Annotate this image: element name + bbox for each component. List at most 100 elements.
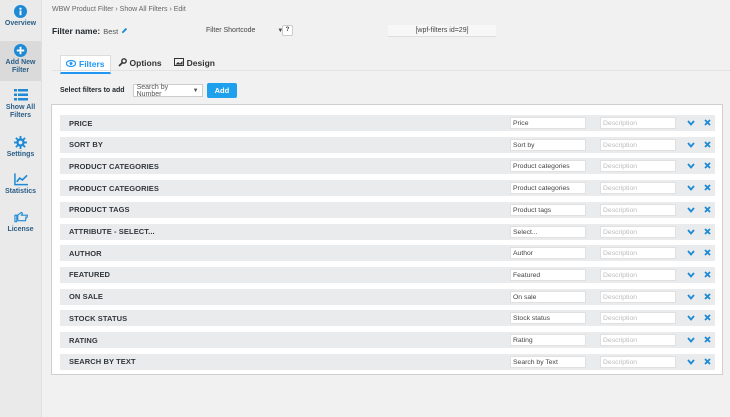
filter-title-input[interactable]: Featured bbox=[510, 268, 586, 281]
chevron-down-icon[interactable] bbox=[687, 293, 695, 301]
filter-description-input[interactable]: Description bbox=[600, 355, 676, 368]
filter-title-input[interactable]: Product categories bbox=[510, 182, 586, 195]
close-icon[interactable] bbox=[704, 358, 712, 366]
sidebar-item-license[interactable]: License bbox=[0, 210, 41, 240]
filter-description-input[interactable]: Description bbox=[600, 160, 676, 173]
main-content: WBW Product Filter › Show All Filters › … bbox=[42, 0, 730, 417]
sidebar-item-overview[interactable]: Overview bbox=[0, 4, 41, 34]
filter-row-name: SORT BY bbox=[69, 140, 104, 150]
sidebar-item-label: Settings bbox=[6, 151, 35, 158]
shortcode-select-value: Filter Shortcode bbox=[206, 27, 256, 34]
add-filter-row: Select filters to add Search by Number ▼… bbox=[60, 83, 238, 98]
filter-description-input[interactable]: Description bbox=[600, 312, 676, 325]
shortcode-select[interactable]: Filter Shortcode ▼ bbox=[206, 27, 283, 34]
shortcode-field[interactable]: [wpf-filters id=29] bbox=[388, 25, 496, 37]
filter-description-input[interactable]: Description bbox=[600, 138, 676, 151]
filter-row-name: AUTHOR bbox=[69, 248, 102, 258]
filter-description-input[interactable]: Description bbox=[600, 182, 676, 195]
filter-description-input[interactable]: Description bbox=[600, 225, 676, 238]
help-button[interactable]: ? bbox=[282, 25, 293, 36]
chart-line-icon bbox=[13, 172, 28, 186]
filter-title-input[interactable]: Stock status bbox=[510, 312, 586, 325]
filter-row[interactable]: STOCK STATUS Stock status Description bbox=[60, 310, 715, 327]
close-icon[interactable] bbox=[704, 206, 712, 214]
filter-row[interactable]: PRODUCT CATEGORIES Product categories Desc… bbox=[60, 180, 715, 197]
filter-name-value[interactable]: Best bbox=[103, 27, 118, 36]
filter-row-name: PRODUCT CATEGORIES bbox=[69, 183, 159, 193]
sidebar-item-settings[interactable]: Settings bbox=[0, 135, 41, 165]
sidebar-item-label: License bbox=[7, 226, 34, 233]
close-icon[interactable] bbox=[704, 184, 712, 192]
filter-row-name: ON SALE bbox=[69, 292, 104, 302]
pencil-icon[interactable] bbox=[121, 26, 128, 36]
filter-row[interactable]: SORT BY Sort by Description bbox=[60, 136, 715, 153]
filter-row[interactable]: PRODUCT CATEGORIES Product categories Desc… bbox=[60, 158, 715, 175]
filter-row-name: PRODUCT TAGS bbox=[69, 205, 130, 215]
filter-row-name: ATTRIBUTE - SELECT... bbox=[69, 227, 155, 236]
close-icon[interactable] bbox=[704, 314, 712, 322]
filter-name-row: Filter name: Best bbox=[52, 26, 128, 36]
filter-description-input[interactable]: Description bbox=[600, 117, 676, 129]
tab-filters[interactable]: Filters bbox=[60, 55, 111, 74]
chevron-down-icon[interactable] bbox=[687, 206, 695, 214]
close-icon[interactable] bbox=[704, 227, 712, 236]
chevron-down-icon[interactable] bbox=[687, 141, 695, 149]
sidebar-item-add-new-filter[interactable]: Add New Filter bbox=[0, 41, 41, 81]
filter-title-input[interactable]: Sort by bbox=[510, 138, 586, 151]
filter-title-input[interactable]: On sale bbox=[510, 290, 586, 303]
filter-title-input[interactable]: Price bbox=[510, 117, 586, 129]
filter-type-select[interactable]: Search by Number ▼ bbox=[132, 84, 203, 98]
close-icon[interactable] bbox=[704, 141, 712, 149]
filter-row[interactable]: PRICE Price Description bbox=[60, 115, 715, 131]
sidebar-item-statistics[interactable]: Statistics bbox=[0, 172, 41, 202]
tab-design[interactable]: Design bbox=[169, 55, 220, 71]
filter-row[interactable]: AUTHOR Author Description bbox=[60, 245, 715, 262]
filter-description-input[interactable]: Description bbox=[600, 247, 676, 260]
filter-row[interactable]: RATING Rating Description bbox=[60, 332, 715, 348]
filter-row[interactable]: ON SALE On sale Description bbox=[60, 288, 715, 305]
close-icon[interactable] bbox=[704, 249, 712, 257]
filter-row[interactable]: ATTRIBUTE - SELECT... Select... Descriptio… bbox=[60, 223, 715, 240]
close-icon[interactable] bbox=[704, 162, 712, 170]
tab-label: Design bbox=[186, 58, 215, 68]
close-icon[interactable] bbox=[704, 119, 712, 127]
image-icon bbox=[173, 58, 184, 68]
chevron-down-icon[interactable] bbox=[687, 271, 695, 279]
filter-row[interactable]: FEATURED Featured Description bbox=[60, 266, 715, 283]
chevron-down-icon[interactable] bbox=[687, 314, 695, 322]
gear-icon bbox=[14, 135, 28, 149]
filter-title-input[interactable]: Select... bbox=[510, 225, 586, 238]
close-icon[interactable] bbox=[704, 271, 712, 279]
filter-description-input[interactable]: Description bbox=[600, 290, 676, 303]
filter-row[interactable]: PRODUCT TAGS Product tags Description bbox=[60, 201, 715, 218]
filter-description-input[interactable]: Description bbox=[600, 334, 676, 346]
chevron-down-icon[interactable] bbox=[687, 184, 695, 192]
filter-title-input[interactable]: Search by Text bbox=[510, 355, 586, 368]
hand-point-icon bbox=[13, 210, 28, 224]
chevron-down-icon[interactable] bbox=[687, 119, 695, 127]
filter-title-input[interactable]: Author bbox=[510, 247, 586, 260]
sidebar-item-label: Show All Filters bbox=[5, 104, 36, 119]
sidebar: Overview Add New Filter Show All Filters… bbox=[0, 0, 42, 417]
chevron-down-icon[interactable] bbox=[687, 162, 695, 170]
caret-down-icon: ▼ bbox=[192, 87, 199, 94]
chevron-down-icon[interactable] bbox=[687, 228, 695, 236]
filter-description-input[interactable]: Description bbox=[600, 203, 676, 216]
close-icon[interactable] bbox=[704, 292, 712, 301]
chevron-down-icon[interactable] bbox=[687, 249, 695, 257]
chevron-down-icon[interactable] bbox=[687, 358, 695, 366]
filter-title-input[interactable]: Product categories bbox=[510, 160, 586, 173]
chevron-down-icon[interactable] bbox=[687, 336, 695, 344]
close-icon[interactable] bbox=[704, 336, 712, 344]
tab-options[interactable]: Options bbox=[113, 55, 167, 71]
add-button[interactable]: Add bbox=[206, 83, 238, 98]
filter-description-input[interactable]: Description bbox=[600, 268, 676, 281]
sidebar-item-show-all-filters[interactable]: Show All Filters bbox=[0, 88, 41, 126]
filter-row-name: SEARCH BY TEXT bbox=[69, 357, 136, 367]
filter-title-input[interactable]: Product tags bbox=[510, 203, 586, 216]
filter-title-input[interactable]: Rating bbox=[510, 334, 586, 346]
breadcrumb: WBW Product Filter › Show All Filters › … bbox=[52, 6, 186, 13]
sidebar-item-label: Add New Filter bbox=[5, 59, 36, 74]
filter-row[interactable]: SEARCH BY TEXT Search by Text Description bbox=[60, 353, 715, 370]
filters-panel: PRICE Price Description SORT BY Sort by Descr… bbox=[51, 104, 723, 375]
